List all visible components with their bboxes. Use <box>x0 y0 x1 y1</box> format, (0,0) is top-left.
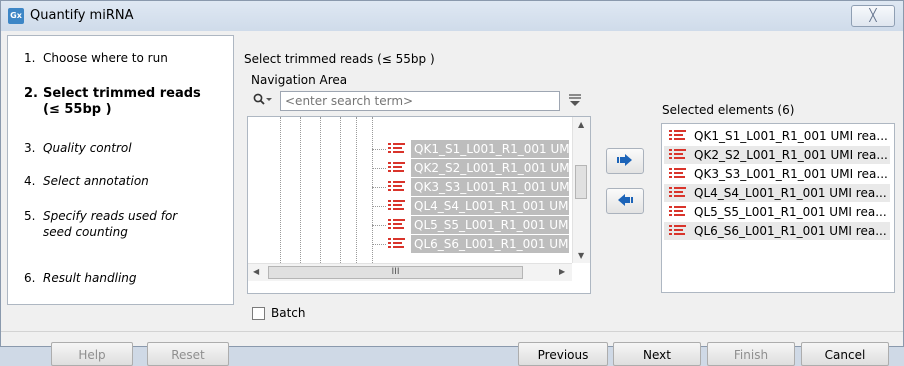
selected-list-item[interactable]: QL6_S6_L001_R1_001 UMI rea... <box>664 222 890 240</box>
footer-divider <box>1 331 903 332</box>
step-number: 5. <box>24 209 36 223</box>
step-label: Result handling <box>43 271 137 285</box>
tree-item[interactable]: QK3_S3_L001_R1_001 UMI reads <box>248 177 572 197</box>
sequence-list-icon <box>388 142 406 156</box>
title-bar: Gx Quantify miRNA ╳ <box>1 1 903 31</box>
sequence-list-icon <box>669 224 687 238</box>
tree-item[interactable]: QL4_S4_L001_R1_001 UMI reads <box>248 196 572 216</box>
tree-item[interactable]: QK1_S1_L001_R1_001 UMI reads <box>248 139 572 159</box>
horizontal-scrollbar[interactable]: ◀ III ▶ <box>248 263 572 281</box>
scroll-down-icon[interactable]: ▼ <box>578 251 584 260</box>
selected-list-item[interactable]: QK3_S3_L001_R1_001 UMI rea... <box>664 165 890 183</box>
selected-item-label: QK2_S2_L001_R1_001 UMI rea... <box>694 148 888 162</box>
tree-item-label: QK3_S3_L001_R1_001 UMI reads <box>411 178 569 196</box>
selected-list-item[interactable]: QL4_S4_L001_R1_001 UMI rea... <box>664 184 890 202</box>
scroll-right-icon[interactable]: ▶ <box>559 267 565 276</box>
step-label: Quality control <box>43 141 132 155</box>
step-label: Select trimmed reads (≤ 55bp ) <box>43 86 201 117</box>
vertical-scrollbar[interactable]: ▲ ▼ <box>572 117 590 263</box>
sequence-list-icon <box>669 205 687 219</box>
wizard-steps-panel: 1. Choose where to run 2. Select trimmed… <box>7 35 234 305</box>
navigation-area-title: Navigation Area <box>251 73 348 87</box>
move-left-icon <box>618 194 633 206</box>
selected-item-label: QL5_S5_L001_R1_001 UMI rea... <box>694 205 887 219</box>
step-number: 1. <box>24 51 36 65</box>
sequence-list-icon <box>388 237 406 251</box>
move-right-icon <box>617 154 632 166</box>
tree-item-label: QK2_S2_L001_R1_001 UMI reads <box>411 159 569 177</box>
cancel-button[interactable]: Cancel <box>801 342 889 366</box>
finish-button[interactable]: Finish <box>707 342 795 366</box>
sequence-list-icon <box>669 148 687 162</box>
tree-connector <box>372 168 386 169</box>
dialog-body: 1. Choose where to run 2. Select trimmed… <box>1 31 903 366</box>
help-button[interactable]: Help <box>51 342 133 366</box>
tree-connector <box>372 149 386 150</box>
step-label: Specify reads used for seed counting <box>43 209 178 239</box>
tree-connector <box>372 206 386 207</box>
sequence-list-icon <box>388 161 406 175</box>
step-number: 3. <box>24 141 36 155</box>
selected-list-item[interactable]: QK2_S2_L001_R1_001 UMI rea... <box>664 146 890 164</box>
batch-checkbox[interactable] <box>252 307 265 320</box>
tree-item-label: QL6_S6_L001_R1_001 UMI reads <box>411 235 569 253</box>
add-to-selected-button[interactable] <box>606 148 644 174</box>
tree-connector <box>372 187 386 188</box>
vertical-scroll-thumb[interactable] <box>575 165 587 199</box>
step-number: 4. <box>24 174 36 188</box>
close-button[interactable]: ╳ <box>851 5 895 27</box>
remove-from-selected-button[interactable] <box>606 188 644 214</box>
tree-item-label: QL4_S4_L001_R1_001 UMI reads <box>411 197 569 215</box>
sequence-list-icon <box>388 218 406 232</box>
selected-item-label: QK1_S1_L001_R1_001 UMI rea... <box>694 129 888 143</box>
reset-button[interactable]: Reset <box>147 342 229 366</box>
sequence-list-icon <box>669 129 687 143</box>
batch-label[interactable]: Batch <box>271 306 306 320</box>
tree-item-label: QL5_S5_L001_R1_001 UMI reads <box>411 216 569 234</box>
search-icon[interactable] <box>253 93 275 109</box>
sequence-list-icon <box>388 199 406 213</box>
sequence-list-icon <box>388 180 406 194</box>
selected-list-item[interactable]: QL5_S5_L001_R1_001 UMI rea... <box>664 203 890 221</box>
scroll-left-icon[interactable]: ◀ <box>253 267 259 276</box>
step-number: 6. <box>24 271 36 285</box>
app-icon: Gx <box>8 8 24 24</box>
sequence-list-icon <box>669 186 687 200</box>
scroll-up-icon[interactable]: ▲ <box>578 120 584 129</box>
selected-elements-title: Selected elements (6) <box>662 103 795 117</box>
tree-connector <box>372 225 386 226</box>
tree-item[interactable]: QL5_S5_L001_R1_001 UMI reads <box>248 215 572 235</box>
tree-item[interactable]: QK2_S2_L001_R1_001 UMI reads <box>248 158 572 178</box>
section-title: Select trimmed reads (≤ 55bp ) <box>244 52 435 66</box>
sequence-list-icon <box>669 167 687 181</box>
step-label: Select annotation <box>43 174 149 188</box>
tree-connector <box>372 244 386 245</box>
selected-item-label: QL4_S4_L001_R1_001 UMI rea... <box>694 186 887 200</box>
filter-icon[interactable] <box>568 93 584 109</box>
step-number: 2. <box>24 86 38 101</box>
selected-item-label: QL6_S6_L001_R1_001 UMI rea... <box>694 224 887 238</box>
next-button[interactable]: Next <box>613 342 701 366</box>
window-title: Quantify miRNA <box>30 8 134 23</box>
selected-list-item[interactable]: QK1_S1_L001_R1_001 UMI rea... <box>664 127 890 145</box>
tree-item[interactable]: QL6_S6_L001_R1_001 UMI reads <box>248 234 572 254</box>
search-input[interactable] <box>280 91 560 111</box>
tree-item-label: QK1_S1_L001_R1_001 UMI reads <box>411 140 569 158</box>
navigation-tree[interactable]: QK1_S1_L001_R1_001 UMI readsQK2_S2_L001_… <box>247 116 591 294</box>
step-label: Choose where to run <box>43 51 168 65</box>
selected-elements-list[interactable]: QK1_S1_L001_R1_001 UMI rea... QK2_S2_L001… <box>661 123 895 293</box>
selected-item-label: QK3_S3_L001_R1_001 UMI rea... <box>694 167 888 181</box>
horizontal-scroll-thumb[interactable]: III <box>268 266 523 279</box>
dialog-window: Gx Quantify miRNA ╳ 1. Choose where to r… <box>0 0 904 366</box>
previous-button[interactable]: Previous <box>518 342 608 366</box>
